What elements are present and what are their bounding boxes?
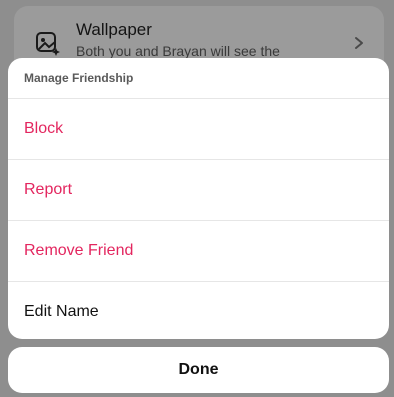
- wallpaper-icon: [36, 32, 60, 56]
- chevron-right-icon: [355, 37, 363, 49]
- wallpaper-subtitle: Both you and Brayan will see the: [76, 43, 280, 59]
- remove-friend-button[interactable]: Remove Friend: [8, 221, 389, 282]
- wallpaper-title: Wallpaper: [76, 20, 152, 39]
- report-button[interactable]: Report: [8, 160, 389, 221]
- edit-name-button[interactable]: Edit Name: [8, 282, 389, 339]
- done-button[interactable]: Done: [8, 347, 389, 393]
- manage-friendship-sheet: Manage Friendship Block Report Remove Fr…: [8, 58, 389, 339]
- sheet-title: Manage Friendship: [8, 58, 389, 99]
- block-button[interactable]: Block: [8, 99, 389, 160]
